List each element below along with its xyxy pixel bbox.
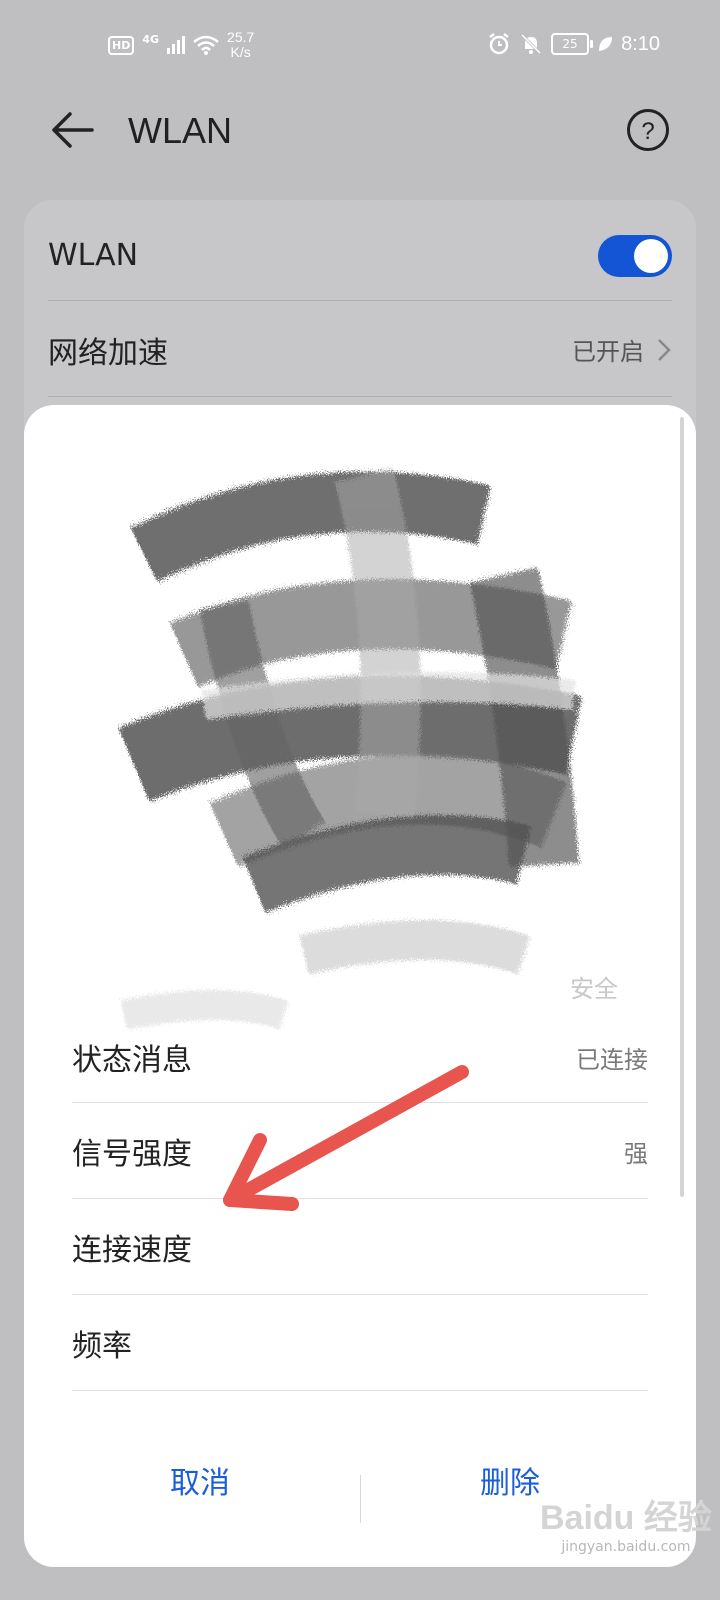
- network-acceleration-row[interactable]: 网络加速 已开启: [48, 302, 672, 397]
- baidu-logo: Baidu 经验: [540, 1499, 712, 1537]
- page-title: WLAN: [128, 110, 233, 151]
- scrollbar[interactable]: [680, 417, 684, 1197]
- signal-strength-value: 强: [624, 1139, 648, 1168]
- security-text: 安全: [570, 975, 618, 1003]
- network-speed: 25.7 K/s: [227, 30, 254, 60]
- speed-unit: K/s: [230, 44, 251, 60]
- hd-indicator: HD: [108, 35, 135, 55]
- toggle-knob: [634, 238, 668, 273]
- watermark: Baidu 经验 jingyan.baidu.com: [540, 1490, 712, 1555]
- network-detail-dialog: 安全 状态消息 已连接 信号强度 强 连接速度 频率 取消 删除: [24, 405, 696, 1567]
- help-icon[interactable]: ?: [626, 108, 670, 152]
- network-type: 4G: [142, 32, 160, 46]
- status-bar-right: 25 8:10: [487, 32, 660, 56]
- wlan-label: WLAN: [48, 238, 139, 273]
- wifi-icon: [193, 35, 219, 55]
- acceleration-label: 网络加速: [48, 335, 168, 371]
- mute-bell-icon: [521, 33, 542, 55]
- back-arrow-icon[interactable]: [48, 108, 96, 152]
- alarm-icon: [489, 33, 509, 55]
- cancel-button[interactable]: 取消: [50, 1440, 350, 1520]
- wlan-toggle-row[interactable]: WLAN: [48, 208, 672, 303]
- watermark-url: jingyan.baidu.com: [561, 1539, 691, 1555]
- leaf-icon: [599, 37, 613, 51]
- chevron-right-icon: [658, 338, 671, 361]
- annotation-arrow-icon: [223, 1065, 469, 1211]
- divider: [48, 396, 672, 397]
- signal-strength-label: 信号强度: [72, 1137, 192, 1172]
- app-header: WLAN ?: [0, 100, 720, 160]
- obscured-qr-code: 安全: [118, 467, 618, 1030]
- frequency-label: 频率: [72, 1329, 132, 1364]
- signal-icon: [167, 36, 186, 54]
- divider: [48, 300, 672, 301]
- svg-text:?: ?: [641, 118, 654, 145]
- wlan-toggle-switch[interactable]: [598, 234, 672, 277]
- frequency-row: 频率: [72, 1295, 648, 1391]
- connection-speed-label: 连接速度: [72, 1233, 192, 1268]
- status-bar: HD 4G 25.7 K/s 25 8:10: [0, 0, 720, 92]
- acceleration-value: 已开启: [572, 338, 644, 366]
- clock: 8:10: [621, 32, 660, 55]
- battery-indicator: 25: [551, 33, 594, 55]
- status-bar-left: HD 4G 25.7 K/s: [108, 30, 254, 60]
- status-message-value: 已连接: [576, 1045, 648, 1074]
- speed-value: 25.7: [227, 29, 255, 45]
- status-message-label: 状态消息: [72, 1043, 192, 1078]
- divider: [72, 1390, 648, 1391]
